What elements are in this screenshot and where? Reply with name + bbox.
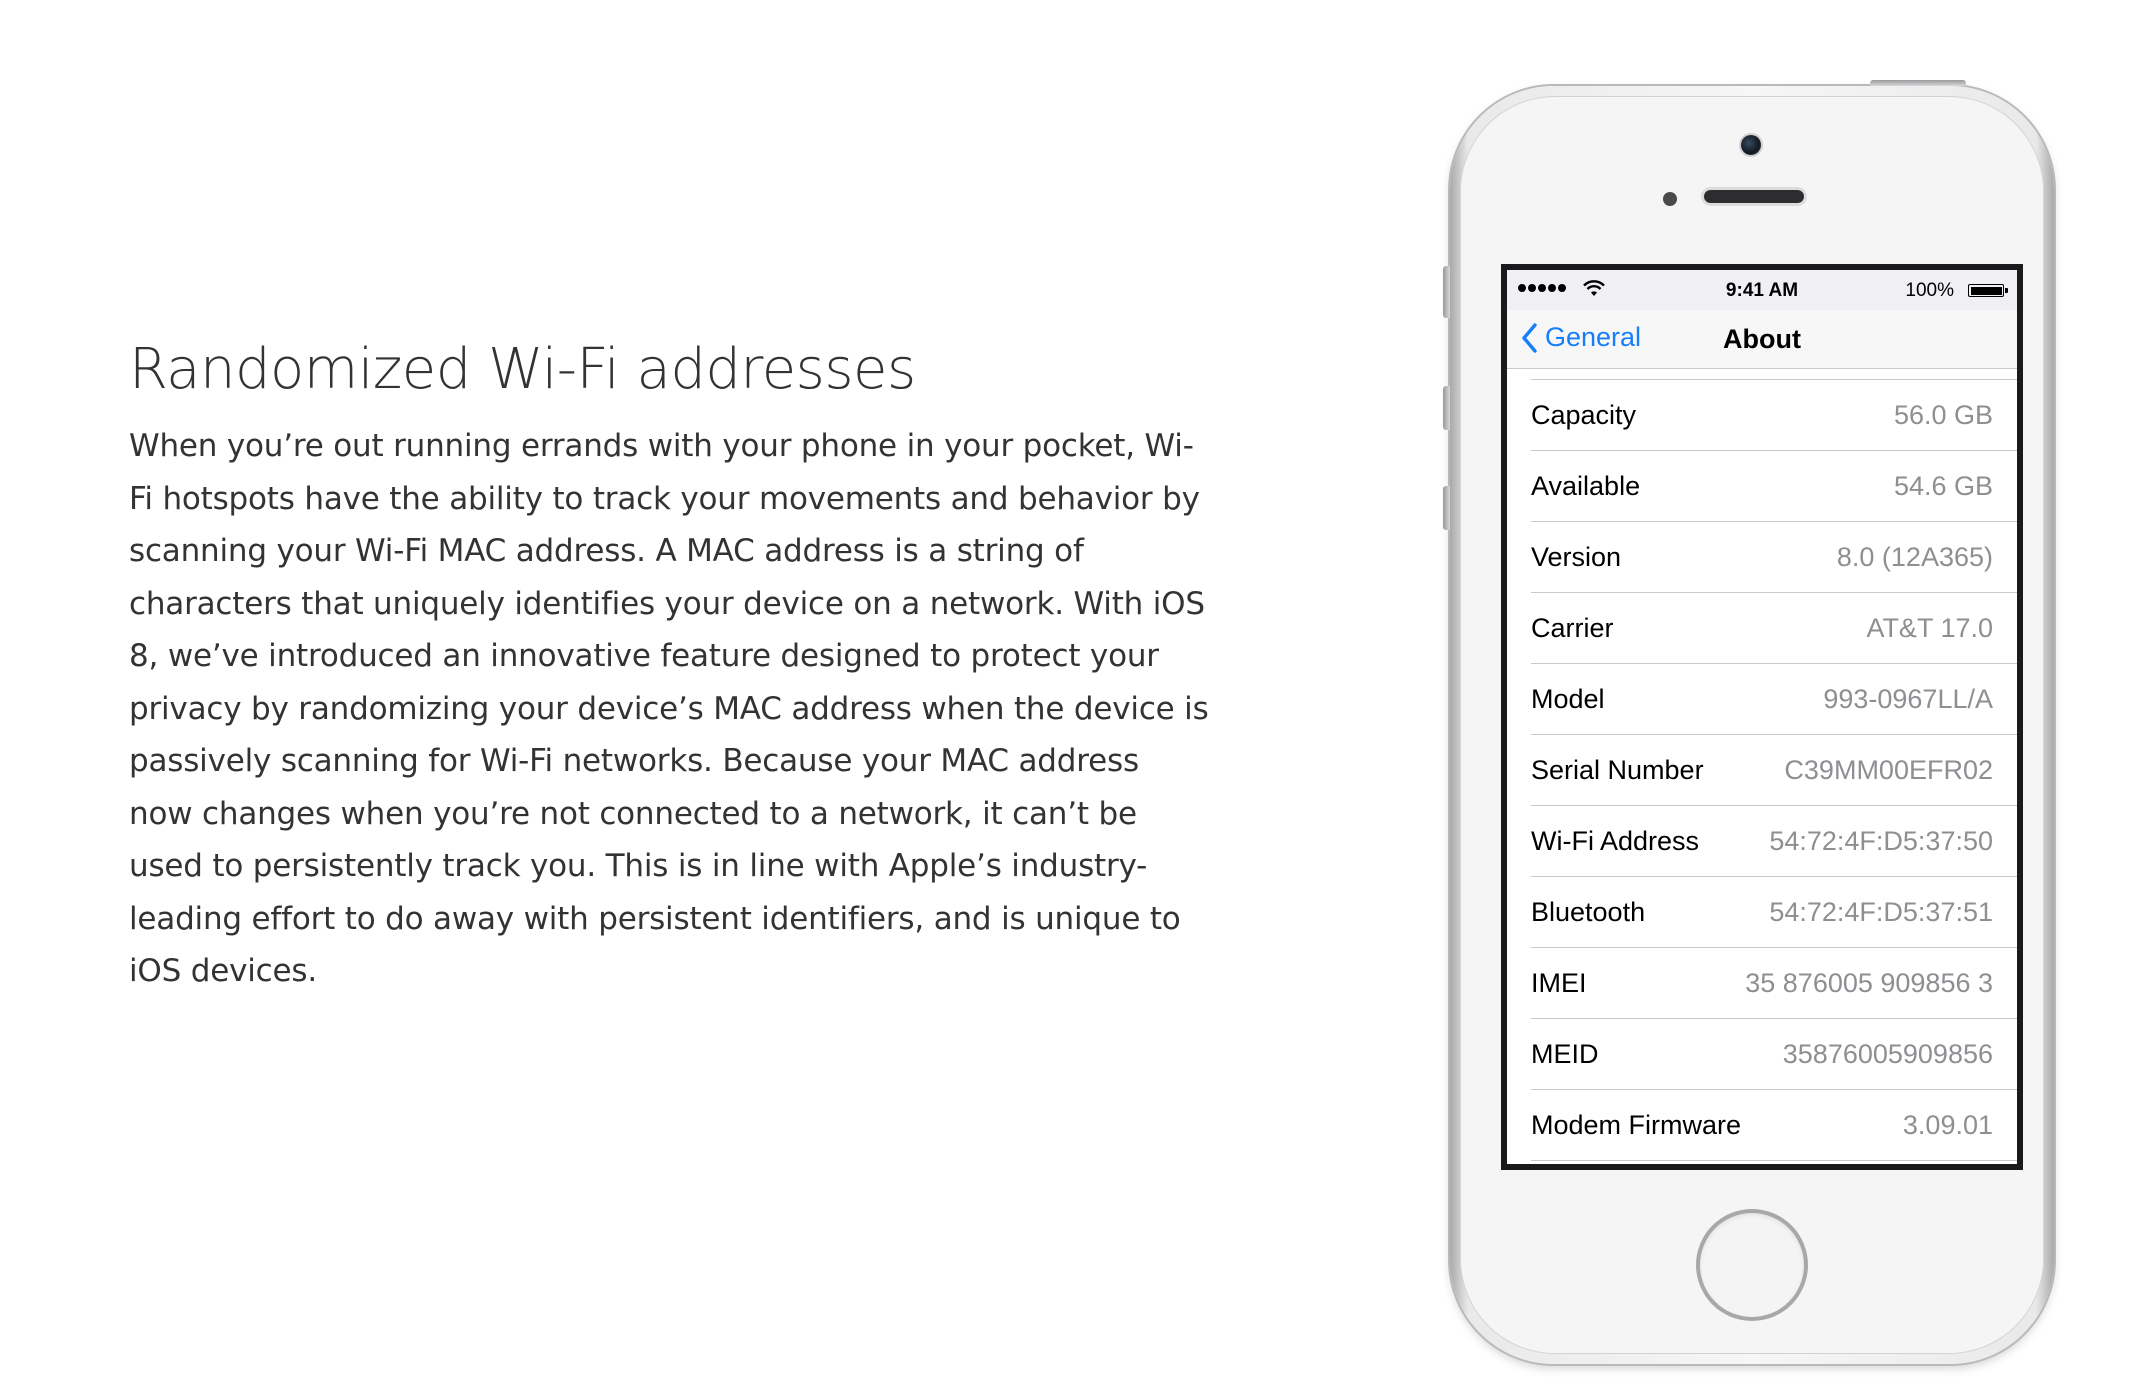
power-button xyxy=(1870,80,1966,86)
nav-title: About xyxy=(1723,324,1801,354)
list-item-value: 35876005909856 xyxy=(1782,1039,1993,1069)
about-list[interactable]: Applications2 Capacity 56.0 GB Available 54.… xyxy=(1507,369,2017,1164)
list-item: Applications2 xyxy=(1507,369,2017,380)
list-item-value: C39MM00EFR02 xyxy=(1784,755,1993,785)
list-item-label: Available xyxy=(1531,471,1641,501)
battery-full-icon xyxy=(1968,284,2008,297)
earpiece-speaker-icon xyxy=(1704,190,1804,203)
home-button[interactable] xyxy=(1700,1213,1804,1317)
list-item: MEID 35876005909856 xyxy=(1507,1019,2017,1090)
proximity-sensor-icon xyxy=(1663,192,1677,206)
list-item-value: 56.0 GB xyxy=(1893,400,1993,430)
iphone-mockup: 9:41 AM 100% General About Applications2… xyxy=(1443,80,2054,1364)
list-item-value: 993-0967LL/A xyxy=(1823,684,1993,714)
list-item: Model 993-0967LL/A xyxy=(1507,664,2017,735)
mute-switch xyxy=(1443,266,1450,318)
volume-down-button xyxy=(1443,486,1450,530)
list-item-label: Bluetooth xyxy=(1531,897,1646,927)
list-item-value: 3.09.01 xyxy=(1902,1110,1993,1140)
status-bar: 9:41 AM 100% xyxy=(1507,270,2017,310)
list-item-value: 54:72:4F:D5:37:50 xyxy=(1769,826,1993,856)
list-item: Serial Number C39MM00EFR02 xyxy=(1507,735,2017,806)
list-item-label: Wi-Fi Address xyxy=(1531,826,1700,856)
list-item-value: 54.6 GB xyxy=(1893,471,1993,501)
list-item-label: IMEI xyxy=(1531,968,1587,998)
list-item: Capacity 56.0 GB xyxy=(1507,380,2017,451)
list-item-label: Model xyxy=(1531,684,1605,714)
list-item-value: AT&T 17.0 xyxy=(1866,613,1993,643)
list-item-label: Capacity xyxy=(1531,400,1637,430)
list-item: Modem Firmware 3.09.01 xyxy=(1507,1090,2017,1161)
article-body: When you’re out running errands with you… xyxy=(129,428,1209,989)
article-title: Randomized Wi-Fi addresses xyxy=(129,337,916,402)
list-item-value: 8.0 (12A365) xyxy=(1836,542,1993,572)
article: Randomized Wi-Fi addresses When you’re o… xyxy=(129,330,1209,998)
list-item: Available 54.6 GB xyxy=(1507,451,2017,522)
list-item-value: 54:72:4F:D5:37:51 xyxy=(1769,897,1993,927)
list-item-label: MEID xyxy=(1531,1039,1599,1069)
battery-percentage: 100% xyxy=(1905,280,1954,301)
list-item: Wi-Fi Address 54:72:4F:D5:37:50 xyxy=(1507,806,2017,877)
list-item: IMEI 35 876005 909856 3 xyxy=(1507,948,2017,1019)
list-item: Carrier AT&T 17.0 xyxy=(1507,593,2017,664)
list-item-label: Modem Firmware xyxy=(1531,1110,1742,1140)
list-item-label: Carrier xyxy=(1531,613,1614,643)
phone-screen: 9:41 AM 100% General About Applications2… xyxy=(1501,264,2023,1170)
list-item-value: 35 876005 909856 3 xyxy=(1745,968,1993,998)
front-camera-icon xyxy=(1741,135,1761,155)
navigation-bar: General About xyxy=(1507,310,2017,369)
list-item: Version 8.0 (12A365) xyxy=(1507,522,2017,593)
list-item: Bluetooth 54:72:4F:D5:37:51 xyxy=(1507,877,2017,948)
list-item-label: Version xyxy=(1531,542,1622,572)
list-item-label: Serial Number xyxy=(1531,755,1704,785)
volume-up-button xyxy=(1443,386,1450,430)
